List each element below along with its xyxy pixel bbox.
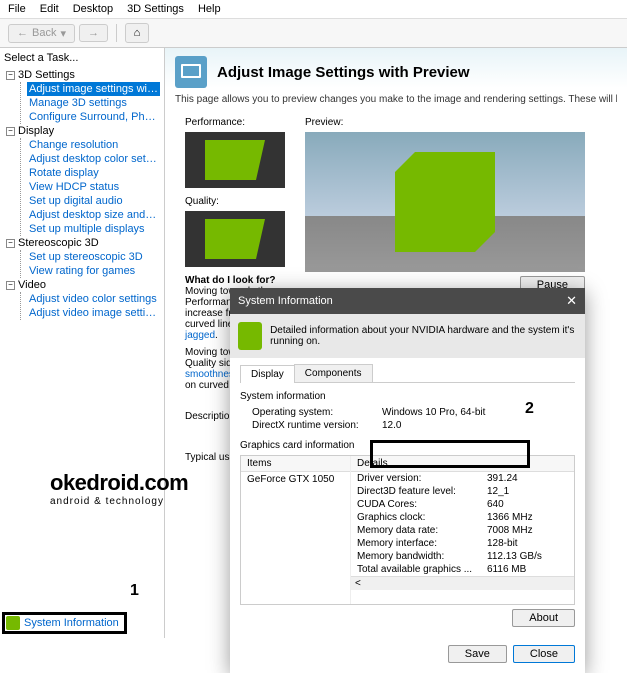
nvidia-icon xyxy=(6,616,20,630)
close-icon[interactable]: ✕ xyxy=(566,293,577,309)
tab-components[interactable]: Components xyxy=(294,364,373,382)
tree-group-stereoscopic-3d[interactable]: − Stereoscopic 3D xyxy=(6,236,160,250)
scrollbar-horizontal[interactable]: < xyxy=(351,576,574,590)
toolbar: ← Back ▾ → ⌂ xyxy=(0,19,627,48)
menu-file[interactable]: File xyxy=(8,3,26,15)
tree-item[interactable]: Set up digital audio xyxy=(27,194,160,208)
page-icon xyxy=(175,56,207,88)
detail-val: 640 xyxy=(487,499,504,510)
performance-label: Performance: xyxy=(185,117,295,128)
tree-group-display[interactable]: − Display xyxy=(6,124,160,138)
tree-item[interactable]: Manage 3D settings xyxy=(27,96,160,110)
about-button[interactable]: About xyxy=(512,609,575,627)
preview-3d xyxy=(305,132,585,272)
tree-item[interactable]: Adjust image settings with preview xyxy=(27,82,160,96)
menu-edit[interactable]: Edit xyxy=(40,3,59,15)
menubar: File Edit Desktop 3D Settings Help xyxy=(0,0,627,19)
nvidia-logo-3d xyxy=(395,152,495,252)
nvidia-icon xyxy=(238,322,262,350)
tree-item[interactable]: Adjust video image settings xyxy=(27,306,160,320)
arrow-left-icon: ← xyxy=(17,27,28,39)
tree-item[interactable]: Configure Surround, PhysX xyxy=(27,110,160,124)
tree-item[interactable]: View HDCP status xyxy=(27,180,160,194)
save-button[interactable]: Save xyxy=(448,645,507,663)
detail-key: Graphics clock: xyxy=(357,512,487,523)
home-icon: ⌂ xyxy=(134,27,141,39)
tree-item[interactable]: Change resolution xyxy=(27,138,160,152)
menu-desktop[interactable]: Desktop xyxy=(73,3,113,15)
tree-item[interactable]: Adjust desktop color settings xyxy=(27,152,160,166)
kv-key: Operating system: xyxy=(252,407,382,418)
tree-group-video[interactable]: − Video xyxy=(6,278,160,292)
annotation-num-1: 1 xyxy=(130,582,139,600)
kv-val: Windows 10 Pro, 64-bit xyxy=(382,407,485,418)
detail-val: 128-bit xyxy=(487,538,518,549)
annotation-num-2: 2 xyxy=(525,400,534,418)
arrow-right-icon: → xyxy=(88,27,99,39)
detail-key: CUDA Cores: xyxy=(357,499,487,510)
task-label: Select a Task... xyxy=(4,52,160,64)
tree-item[interactable]: Set up multiple displays xyxy=(27,222,160,236)
dialog-banner-text: Detailed information about your NVIDIA h… xyxy=(270,325,577,347)
kv-val: 12.0 xyxy=(382,420,401,431)
detail-key: Direct3D feature level: xyxy=(357,486,487,497)
quality-thumb[interactable] xyxy=(185,211,285,267)
quality-label: Quality: xyxy=(185,196,295,207)
tree-item[interactable]: View rating for games xyxy=(27,264,160,278)
back-button[interactable]: ← Back ▾ xyxy=(8,24,75,43)
system-information-dialog: System Information ✕ Detailed informatio… xyxy=(230,288,585,673)
sidebar: Select a Task... − 3D SettingsAdjust ima… xyxy=(0,48,165,638)
menu-3d[interactable]: 3D Settings xyxy=(127,3,184,15)
details-header: Details xyxy=(351,456,574,472)
collapse-icon[interactable]: − xyxy=(6,239,15,248)
detail-key: Driver version: xyxy=(357,473,487,484)
system-information-link[interactable]: System Information xyxy=(6,616,119,630)
menu-help[interactable]: Help xyxy=(198,3,221,15)
performance-thumb[interactable] xyxy=(185,132,285,188)
gpu-name[interactable]: GeForce GTX 1050 xyxy=(241,472,350,487)
kv-key: DirectX runtime version: xyxy=(252,420,382,431)
forward-button[interactable]: → xyxy=(79,24,108,42)
items-header: Items xyxy=(241,456,350,472)
home-button[interactable]: ⌂ xyxy=(125,23,149,43)
collapse-icon[interactable]: − xyxy=(6,281,15,290)
preview-label: Preview: xyxy=(305,117,585,128)
tree-item[interactable]: Set up stereoscopic 3D xyxy=(27,250,160,264)
dialog-titlebar[interactable]: System Information ✕ xyxy=(230,288,585,314)
detail-val: 7008 MHz xyxy=(487,525,533,536)
close-button[interactable]: Close xyxy=(513,645,575,663)
tree-group-3d-settings[interactable]: − 3D Settings xyxy=(6,68,160,82)
detail-key: Memory data rate: xyxy=(357,525,487,536)
detail-val: 112.13 GB/s xyxy=(487,551,542,562)
tree-item[interactable]: Adjust desktop size and position xyxy=(27,208,160,222)
gfx-info-title: Graphics card information xyxy=(240,440,575,451)
tree-item[interactable]: Rotate display xyxy=(27,166,160,180)
chevron-down-icon: ▾ xyxy=(60,27,66,40)
page-description: This page allows you to preview changes … xyxy=(175,94,617,105)
detail-val: 1366 MHz xyxy=(487,512,533,523)
page-title: Adjust Image Settings with Preview xyxy=(217,64,470,81)
collapse-icon[interactable]: − xyxy=(6,71,15,80)
tree-item[interactable]: Adjust video color settings xyxy=(27,292,160,306)
watermark: okedroid.com android & technology xyxy=(50,470,188,507)
detail-key: Total available graphics ... xyxy=(357,564,487,575)
what-title: What do I look for? xyxy=(185,275,276,286)
detail-val: 6116 MB xyxy=(487,564,526,575)
tab-display[interactable]: Display xyxy=(240,365,295,383)
detail-val: 391.24 xyxy=(487,473,518,484)
collapse-icon[interactable]: − xyxy=(6,127,15,136)
detail-val: 12_1 xyxy=(487,486,509,497)
detail-key: Memory interface: xyxy=(357,538,487,549)
detail-key: Memory bandwidth: xyxy=(357,551,487,562)
